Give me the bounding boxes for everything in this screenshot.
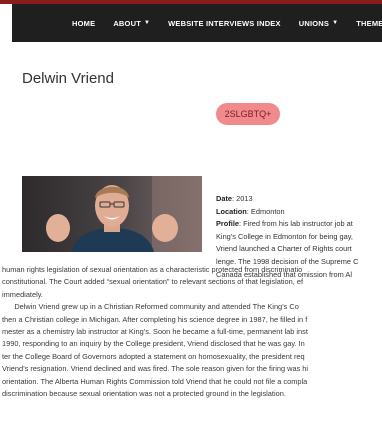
body-line: mester as a chemistry lab instructor at …	[2, 327, 308, 336]
nav-home[interactable]: HOME	[72, 19, 95, 28]
main-navigation: HOME ABOUT ▼ WEBSITE INTERVIEWS INDEX UNI…	[12, 4, 382, 42]
body-line: 1990, responding to an inquiry by the Co…	[2, 339, 305, 349]
body-line: immediately.	[2, 289, 43, 299]
body-line: then a Christian college in Michigan. Af…	[2, 314, 308, 324]
nav-about[interactable]: ABOUT ▼	[113, 19, 150, 28]
profile-photo	[22, 176, 202, 252]
profile-text-line: King’s College in Edmonton for being gay…	[216, 231, 353, 241]
profile-row: Profile: Fired from his lab instructor j…	[216, 219, 353, 229]
body-line: ter the College Board of Governors adopt…	[2, 351, 305, 361]
category-tag[interactable]: 2SLGBTQ+	[216, 103, 280, 125]
body-line: human rights legislation of sexual orien…	[2, 265, 303, 274]
location-value: : Edmonton	[246, 206, 285, 216]
caret-down-icon: ▼	[143, 20, 151, 26]
body-line: Delwin Vriend grew up in a Christian Ref…	[2, 302, 299, 312]
body-line: discrimination because sexual orientatio…	[2, 389, 286, 398]
body-line: Vriend’s resignation. Vriend declined an…	[2, 364, 309, 374]
nav-unions[interactable]: UNIONS ▼	[299, 19, 339, 28]
body-line: constitutional. The Court added “sexual …	[2, 277, 304, 287]
date-row: Date: 2013	[216, 194, 253, 203]
profile-text-line: Vriend launched a Charter of Rights cour…	[216, 244, 352, 254]
page-title: Delwin Vriend	[22, 70, 114, 87]
location-row: Location: Edmonton	[216, 206, 285, 216]
profile-text-line: : Fired from his lab instructor job at	[239, 219, 353, 229]
caret-down-icon: ▼	[332, 20, 339, 26]
nav-website-interviews-index[interactable]: WEBSITE INTERVIEWS INDEX	[168, 19, 281, 28]
date-value: : 2013	[232, 194, 253, 203]
nav-themes[interactable]: THEMES	[356, 19, 382, 28]
body-line: orientation. The Alberta Human Rights Co…	[2, 376, 308, 386]
